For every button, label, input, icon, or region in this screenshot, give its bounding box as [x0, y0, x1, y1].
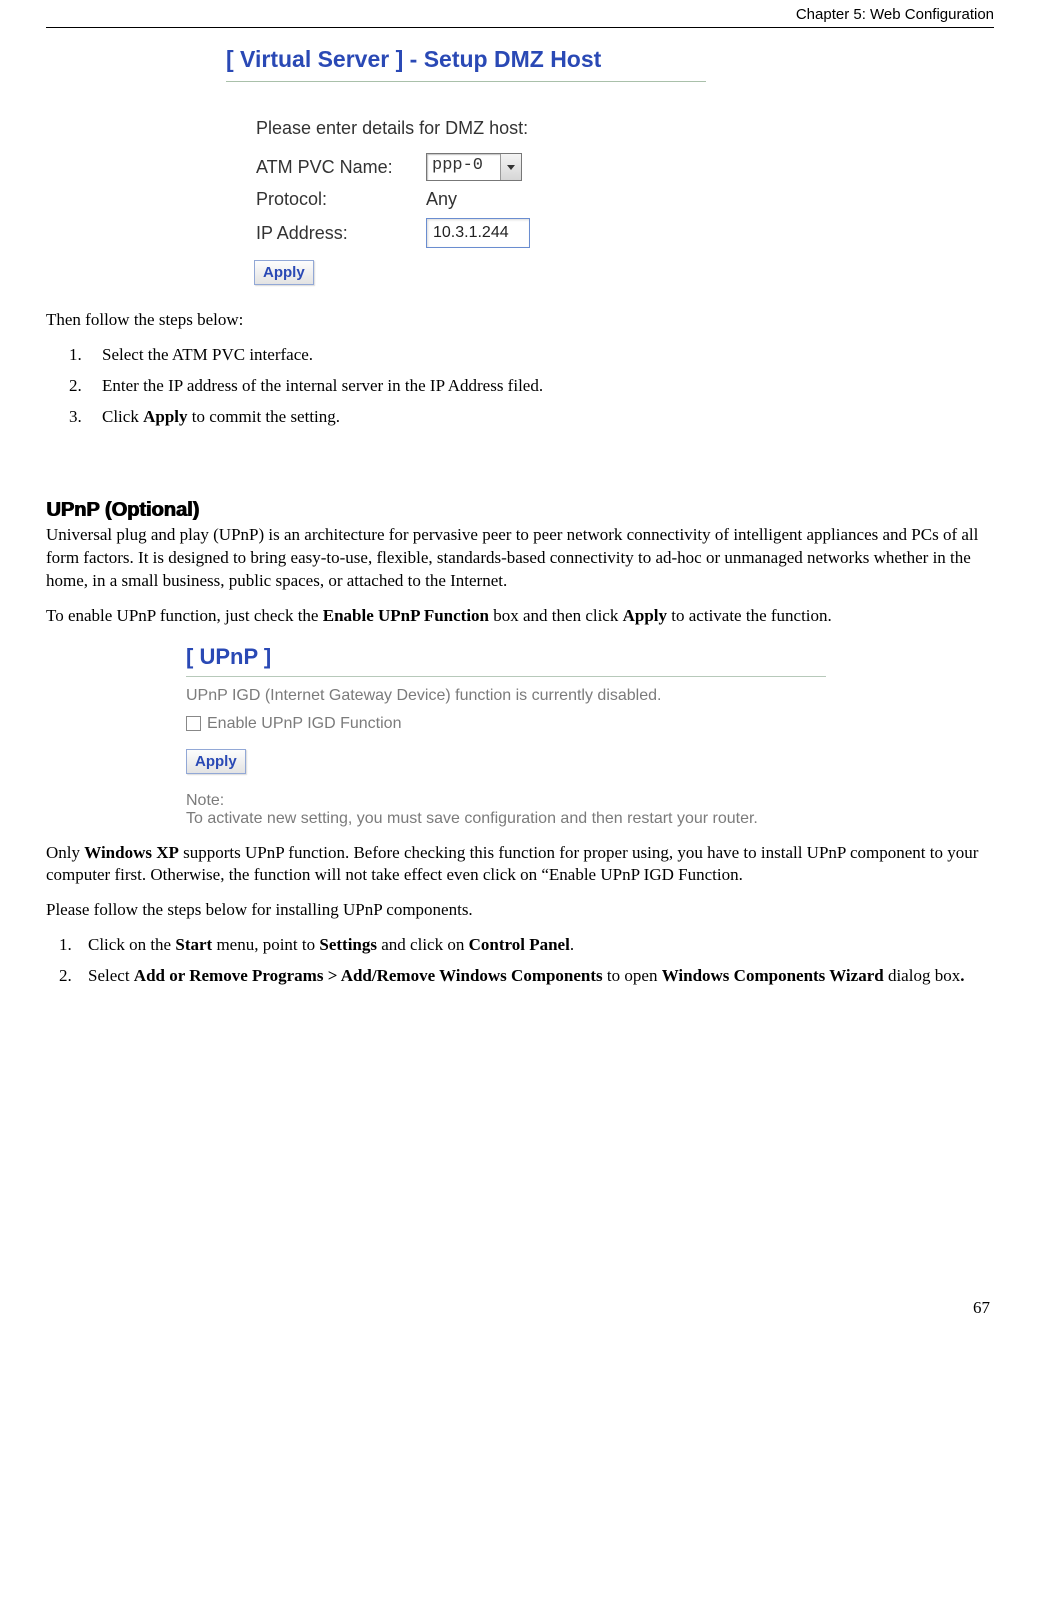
steps-list-a: Select the ATM PVC interface. Enter the … — [46, 344, 994, 429]
upnp-heading: UPnP (Optional) — [46, 499, 994, 522]
protocol-label: Protocol: — [256, 189, 426, 210]
vs-prompt: Please enter details for DMZ host: — [256, 118, 528, 139]
virtual-server-panel: [ Virtual Server ] - Setup DMZ Host Plea… — [226, 46, 706, 285]
steps-list-b: Click on the Start menu, point to Settin… — [46, 934, 994, 988]
enable-upnp-label: Enable UPnP IGD Function — [207, 715, 401, 733]
upnp-title: [ UPnP ] — [186, 644, 826, 677]
upnp-note: To activate new setting, you must save c… — [186, 810, 886, 828]
step-a3: Click Apply to commit the setting. — [86, 406, 994, 429]
ip-address-input[interactable] — [426, 218, 530, 248]
apply-button[interactable]: Apply — [254, 260, 314, 285]
chapter-header: Chapter 5: Web Configuration — [46, 0, 994, 28]
atm-pvc-dropdown[interactable]: ppp-0 — [426, 153, 522, 181]
ip-address-label: IP Address: — [256, 223, 426, 244]
vs-title: [ Virtual Server ] - Setup DMZ Host — [226, 46, 706, 82]
step-a2: Enter the IP address of the internal ser… — [86, 375, 994, 398]
atm-pvc-label: ATM PVC Name: — [256, 157, 426, 178]
intro-then: Then follow the steps below: — [46, 309, 994, 332]
upnp-enable-text: To enable UPnP function, just check the … — [46, 605, 994, 628]
step-b2: Select Add or Remove Programs > Add/Remo… — [76, 965, 994, 988]
page-number: 67 — [46, 1298, 994, 1318]
upnp-note-heading: Note: — [186, 792, 886, 810]
follow-steps: Please follow the steps below for instal… — [46, 899, 994, 922]
chevron-down-icon[interactable] — [500, 154, 521, 180]
windows-xp-text: Only Windows XP supports UPnP function. … — [46, 842, 994, 888]
upnp-status: UPnP IGD (Internet Gateway Device) funct… — [186, 687, 886, 705]
upnp-apply-button[interactable]: Apply — [186, 749, 246, 774]
upnp-panel: [ UPnP ] UPnP IGD (Internet Gateway Devi… — [186, 644, 886, 828]
upnp-description: Universal plug and play (UPnP) is an arc… — [46, 524, 994, 593]
step-a1: Select the ATM PVC interface. — [86, 344, 994, 367]
step-b1: Click on the Start menu, point to Settin… — [76, 934, 994, 957]
atm-pvc-value: ppp-0 — [427, 154, 500, 180]
protocol-value: Any — [426, 189, 457, 210]
enable-upnp-checkbox[interactable] — [186, 716, 201, 731]
